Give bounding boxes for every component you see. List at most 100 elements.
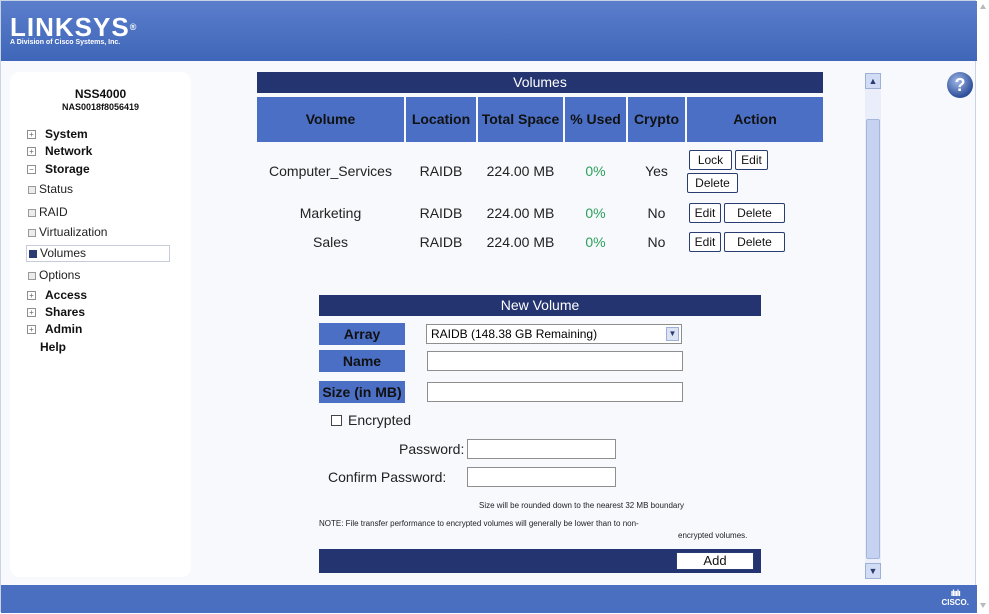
name-input[interactable]	[427, 351, 683, 371]
encryption-perf-note-cont: encrypted volumes.	[678, 531, 748, 540]
scroll-up-icon[interactable]: ▲	[865, 73, 881, 89]
array-select[interactable]: RAIDB (148.38 GB Remaining) ▼	[426, 324, 682, 344]
cell-location: RAIDB	[419, 205, 463, 221]
device-id: NAS0018f8056419	[61, 102, 140, 112]
cell-used: 0%	[585, 234, 606, 250]
confirm-password-input[interactable]	[467, 467, 616, 487]
sidebar-item-label: Options	[39, 268, 81, 282]
encrypted-checkbox[interactable]	[331, 415, 342, 426]
cell-crypto: No	[647, 234, 666, 250]
sidebar-item-label: Status	[39, 182, 74, 196]
expand-icon: +	[27, 291, 36, 300]
sidebar-item-virtualization[interactable]: Virtualization	[28, 225, 107, 240]
brand-tagline: A Division of Cisco Systems, Inc.	[10, 39, 121, 46]
name-label: Name	[319, 350, 405, 372]
sidebar-item-label: System	[45, 127, 88, 141]
linksys-logo: LINKSYS® A Division of Cisco Systems, In…	[10, 14, 137, 46]
sidebar-item-help[interactable]: Help	[40, 340, 66, 355]
sidebar-item-status[interactable]: Status	[28, 182, 73, 197]
volumes-table-header: Volume Location Total Space % Used Crypt…	[257, 97, 823, 142]
delete-button[interactable]: Delete	[687, 173, 738, 193]
sidebar-item-label: Volumes	[40, 246, 87, 260]
cell-used: 0%	[585, 163, 606, 179]
encryption-perf-note: NOTE: File transfer performance to encry…	[319, 519, 639, 528]
chevron-down-icon: ▼	[666, 327, 679, 341]
bullet-icon	[29, 250, 37, 258]
sidebar-item-label: Network	[45, 144, 93, 158]
lock-button[interactable]: Lock	[689, 150, 732, 170]
sidebar-item-label: Help	[40, 340, 67, 354]
cell-location: RAIDB	[419, 234, 463, 250]
cell-crypto: No	[647, 205, 666, 221]
cell-total: 224.00 MB	[486, 205, 555, 221]
edit-button[interactable]: Edit	[689, 203, 721, 223]
sidebar-item-system[interactable]: + System	[27, 127, 88, 142]
delete-button[interactable]: Delete	[724, 232, 785, 252]
cell-volume: Computer_Services	[269, 163, 392, 179]
top-banner: LINKSYS® A Division of Cisco Systems, In…	[1, 1, 977, 61]
outer-scrollbar[interactable]	[978, 0, 989, 614]
expand-icon: +	[27, 325, 36, 334]
help-icon[interactable]: ?	[947, 72, 973, 98]
sidebar-item-label: Virtualization	[39, 225, 108, 239]
sidebar-item-label: RAID	[39, 205, 68, 219]
outer-scroll-down-icon[interactable]	[980, 603, 986, 608]
col-total-space: Total Space	[478, 97, 563, 142]
edit-button[interactable]: Edit	[735, 150, 768, 170]
sidebar-item-raid[interactable]: RAID	[28, 205, 68, 220]
volumes-panel: Volumes Volume Location Total Space % Us…	[257, 72, 823, 252]
device-model: NSS4000	[74, 87, 127, 101]
sidebar-item-label: Admin	[45, 322, 83, 336]
sidebar-item-access[interactable]: + Access	[27, 288, 87, 303]
new-volume-title: New Volume	[319, 295, 761, 316]
cisco-bars: ılıılı	[950, 588, 961, 598]
cell-crypto: Yes	[645, 163, 668, 179]
cisco-logo: ılıılı CISCO.	[941, 588, 969, 608]
sidebar-item-options[interactable]: Options	[28, 268, 80, 283]
cisco-word: CISCO.	[941, 598, 969, 607]
array-label: Array	[319, 323, 405, 345]
bullet-icon	[28, 272, 36, 280]
col-location: Location	[406, 97, 476, 142]
sidebar-item-network[interactable]: + Network	[27, 144, 92, 159]
cell-used: 0%	[585, 205, 606, 221]
sidebar-item-admin[interactable]: + Admin	[27, 322, 82, 337]
col-action: Action	[687, 97, 823, 142]
scroll-down-icon[interactable]: ▼	[865, 563, 881, 579]
col-crypto: Crypto	[628, 97, 685, 142]
collapse-icon: −	[27, 165, 36, 174]
brand-reg-mark: ®	[129, 22, 138, 32]
sidebar-item-storage[interactable]: − Storage	[27, 162, 90, 177]
volumes-title: Volumes	[257, 72, 823, 93]
edit-button[interactable]: Edit	[689, 232, 721, 252]
cell-total: 224.00 MB	[486, 234, 555, 250]
scrollbar[interactable]: ▲ ▼	[865, 73, 881, 579]
cell-total: 224.00 MB	[486, 163, 555, 179]
cell-volume: Sales	[312, 234, 349, 250]
bullet-icon	[28, 229, 36, 237]
encrypted-label: Encrypted	[348, 412, 412, 428]
sidebar-item-shares[interactable]: + Shares	[27, 305, 85, 320]
expand-icon: +	[27, 130, 36, 139]
app-frame: LINKSYS® A Division of Cisco Systems, In…	[0, 0, 977, 613]
sidebar-item-label: Access	[45, 288, 88, 302]
brand-name: LINKSYS	[10, 12, 130, 42]
cell-location: RAIDB	[419, 163, 463, 179]
confirm-password-label: Confirm Password:	[328, 469, 447, 485]
sidebar-item-label: Storage	[45, 162, 90, 176]
size-rounding-note: Size will be rounded down to the nearest…	[479, 501, 685, 510]
bullet-icon	[28, 186, 36, 194]
size-input[interactable]	[427, 382, 683, 402]
delete-button[interactable]: Delete	[724, 203, 785, 223]
add-button[interactable]: Add	[676, 552, 754, 570]
outer-scroll-up-icon[interactable]	[980, 4, 986, 9]
password-input[interactable]	[467, 439, 616, 459]
cell-volume: Marketing	[299, 205, 362, 221]
bullet-icon	[28, 209, 36, 217]
sidebar-item-volumes[interactable]: Volumes	[26, 245, 170, 262]
size-label: Size (in MB)	[319, 381, 405, 403]
password-label: Password:	[399, 441, 465, 457]
scroll-thumb[interactable]	[866, 119, 880, 559]
sidebar: NSS4000 NAS0018f8056419 + System + Network…	[10, 72, 191, 577]
col-volume: Volume	[257, 97, 404, 142]
